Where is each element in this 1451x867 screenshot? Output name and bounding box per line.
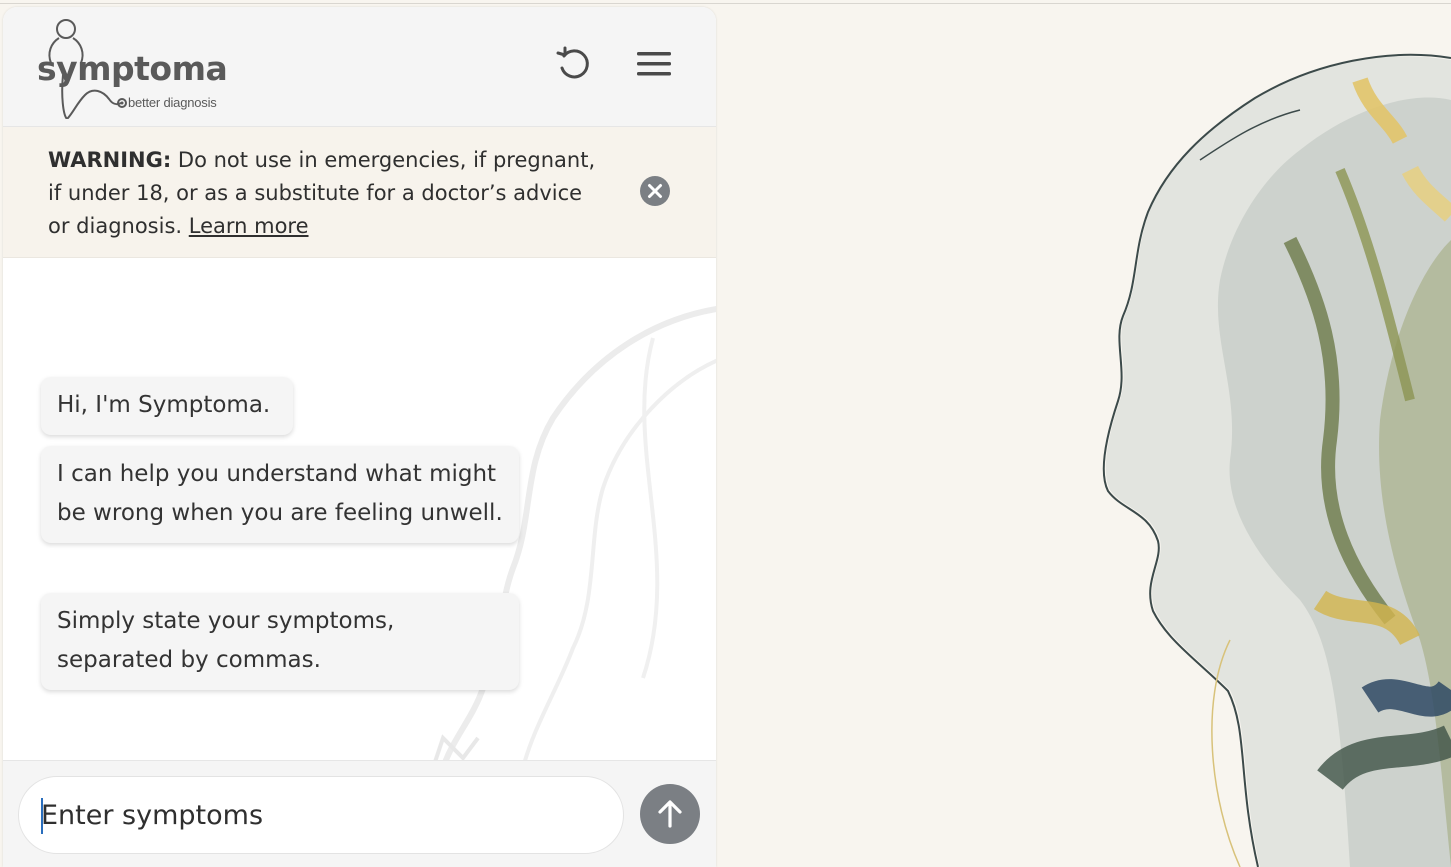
text-caret — [41, 798, 43, 834]
symptom-input[interactable] — [41, 777, 601, 853]
menu-button[interactable] — [632, 42, 676, 86]
chat-panel: symptoma better diagnosis WARNING: Do no… — [3, 7, 716, 867]
logo-tagline: better diagnosis — [128, 95, 217, 110]
symptoma-logo[interactable]: symptoma better diagnosis — [33, 15, 228, 119]
chat-messages[interactable]: Hi, I'm Symptoma. I can help you underst… — [3, 258, 716, 760]
input-bar — [3, 760, 716, 867]
send-button[interactable] — [640, 784, 700, 844]
learn-more-link[interactable]: Learn more — [189, 214, 309, 238]
head-illustration — [1102, 53, 1451, 867]
hamburger-menu-icon — [637, 52, 671, 76]
logo-wordmark: symptoma — [37, 49, 228, 88]
page: symptoma better diagnosis WARNING: Do no… — [0, 0, 1451, 867]
restart-button[interactable] — [552, 42, 596, 86]
symptom-input-wrapper[interactable] — [18, 776, 624, 854]
arrow-up-icon — [658, 800, 682, 828]
panel-header: symptoma better diagnosis — [3, 7, 716, 127]
top-divider — [0, 3, 1451, 4]
bot-message: Hi, I'm Symptoma. — [41, 377, 293, 435]
close-circle-icon — [640, 176, 670, 206]
warning-banner: WARNING: Do not use in emergencies, if p… — [3, 127, 716, 258]
bot-message: I can help you understand what might be … — [41, 446, 519, 543]
warning-text: WARNING: Do not use in emergencies, if p… — [48, 144, 608, 243]
warning-label: WARNING: — [48, 148, 172, 172]
bot-message: Simply state your symptoms, separated by… — [41, 593, 519, 690]
restart-icon — [556, 46, 589, 79]
close-warning-button[interactable] — [639, 175, 671, 207]
